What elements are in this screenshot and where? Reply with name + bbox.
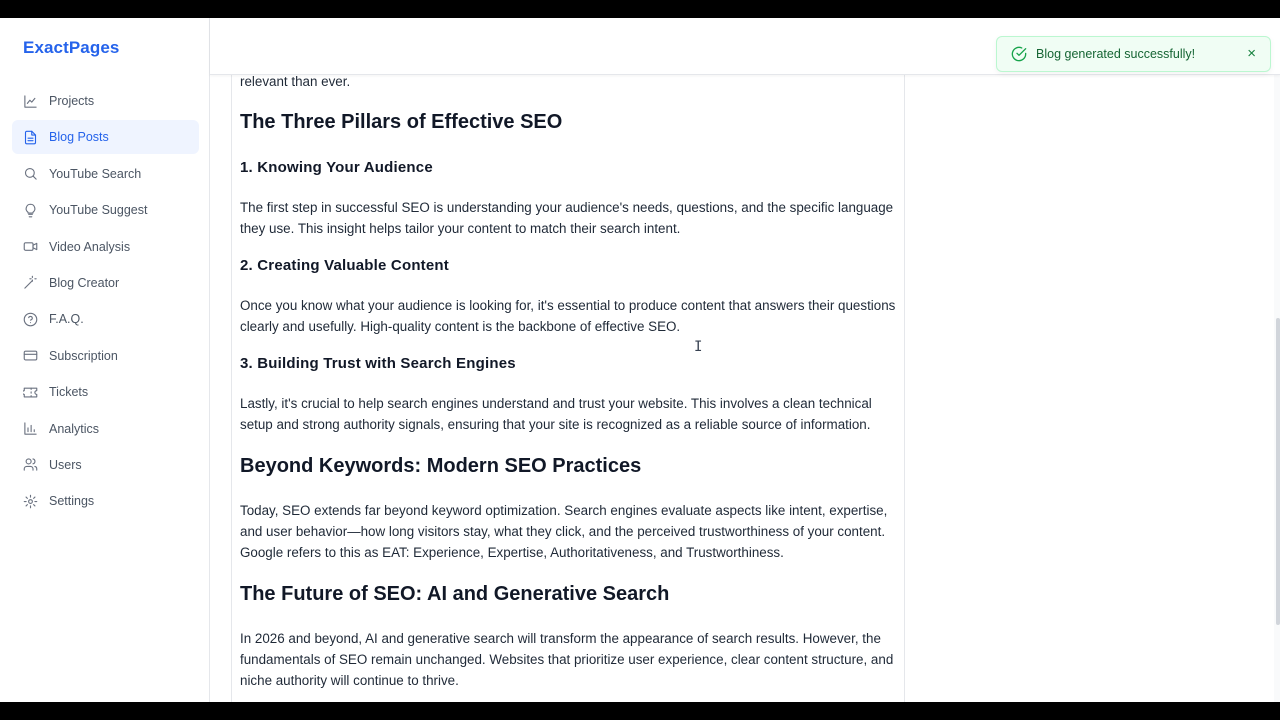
users-icon: [22, 457, 38, 473]
bar-chart-icon: [22, 421, 38, 437]
sidebar: ExactPages Projects Blog Posts YouTube S…: [0, 18, 210, 702]
sidebar-item-label: Projects: [49, 94, 95, 108]
sidebar-item-subscription[interactable]: Subscription: [12, 339, 199, 373]
sidebar-item-label: Analytics: [49, 421, 100, 436]
sidebar-item-label: Blog Creator: [49, 275, 120, 290]
heading-three-pillars: The Three Pillars of Effective SEO: [240, 111, 563, 133]
paragraph-future-of-seo: In 2026 and beyond, AI and generative se…: [240, 631, 894, 688]
sidebar-item-label: Tickets: [49, 385, 89, 400]
sidebar-item-settings[interactable]: Settings: [12, 484, 199, 518]
credit-card-icon: [22, 348, 38, 364]
subheading-creating-content: 2. Creating Valuable Content: [240, 257, 449, 274]
paragraph-beyond-keywords: Today, SEO extends far beyond keyword op…: [240, 503, 888, 560]
text-cursor-icon: I: [694, 339, 703, 355]
page-scrollbar[interactable]: [1274, 75, 1280, 702]
heading-future-of-seo: The Future of SEO: AI and Generative Sea…: [240, 583, 670, 605]
search-icon: [22, 166, 38, 182]
sidebar-item-label: Video Analysis: [49, 239, 131, 254]
sidebar-item-analytics[interactable]: Analytics: [12, 412, 199, 446]
paragraph-knowing-audience: The first step in successful SEO is unde…: [240, 200, 894, 236]
app-window: ExactPages Projects Blog Posts YouTube S…: [0, 18, 1280, 702]
scrollbar-thumb[interactable]: [1276, 318, 1280, 625]
close-icon[interactable]: ×: [1247, 46, 1256, 62]
sidebar-item-youtube-search[interactable]: YouTube Search: [12, 157, 199, 191]
gear-icon: [22, 493, 38, 509]
sidebar-item-label: F.A.Q.: [49, 312, 84, 327]
ticket-icon: [22, 384, 38, 400]
chart-icon: [22, 93, 38, 109]
sidebar-item-tickets[interactable]: Tickets: [12, 375, 199, 409]
sidebar-item-label: YouTube Suggest: [49, 203, 148, 218]
heading-beyond-keywords: Beyond Keywords: Modern SEO Practices: [240, 455, 642, 477]
sidebar-nav: Projects Blog Posts YouTube Search YouTu…: [12, 84, 199, 521]
sidebar-item-label: YouTube Search: [49, 166, 142, 181]
magic-wand-icon: [22, 275, 38, 291]
sidebar-item-blog-posts[interactable]: Blog Posts: [12, 120, 199, 155]
video-icon: [22, 239, 38, 255]
subheading-building-trust: 3. Building Trust with Search Engines: [240, 355, 516, 372]
brand-logo[interactable]: ExactPages: [23, 38, 119, 58]
sidebar-item-faq[interactable]: F.A.Q.: [12, 302, 199, 336]
sidebar-item-video-analysis[interactable]: Video Analysis: [12, 230, 199, 264]
sidebar-item-youtube-suggest[interactable]: YouTube Suggest: [12, 193, 199, 227]
paragraph-creating-content: Once you know what your audience is look…: [240, 298, 896, 334]
document-icon: [22, 129, 38, 145]
sidebar-item-projects[interactable]: Projects: [12, 84, 199, 118]
sidebar-item-blog-creator[interactable]: Blog Creator: [12, 266, 199, 300]
paragraph-building-trust: Lastly, it's crucial to help search engi…: [240, 396, 872, 432]
success-toast: Blog generated successfully! ×: [996, 36, 1271, 72]
help-circle-icon: [22, 311, 38, 327]
check-circle-icon: [1011, 46, 1027, 62]
lightbulb-icon: [22, 202, 38, 218]
blog-content-panel: relevant than ever. The Three Pillars of…: [231, 18, 905, 702]
sidebar-item-label: Subscription: [49, 348, 118, 363]
sidebar-item-label: Users: [49, 457, 82, 472]
toast-message: Blog generated successfully!: [1036, 47, 1196, 61]
sidebar-item-label: Settings: [49, 494, 95, 509]
sidebar-item-users[interactable]: Users: [12, 448, 199, 482]
subheading-knowing-audience: 1. Knowing Your Audience: [240, 159, 433, 176]
sidebar-item-label: Blog Posts: [49, 130, 109, 145]
